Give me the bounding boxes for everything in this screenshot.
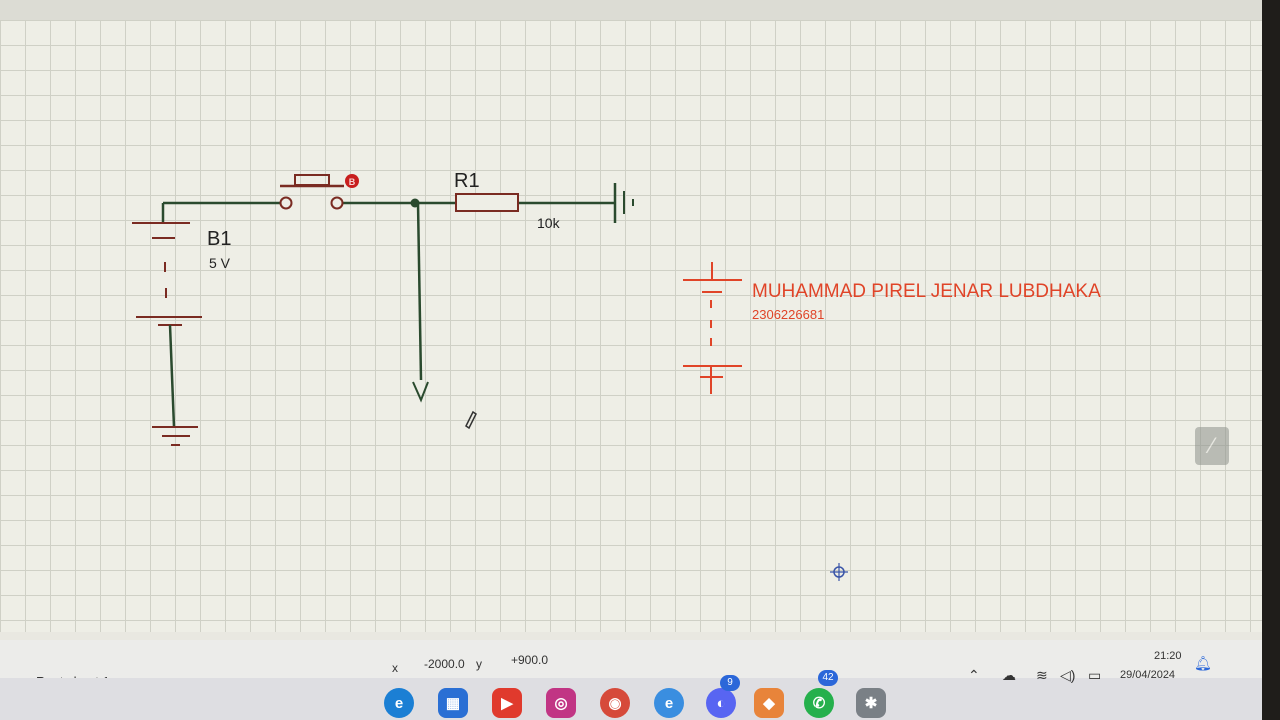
misc-app-icon[interactable]: ✱ [856,688,886,718]
clock-date[interactable]: 29/04/2024 [1120,669,1175,681]
chevron-up-icon[interactable]: ⌃ [968,667,980,684]
battery-bottom-lead [168,324,176,428]
x-label: x [392,661,398,675]
schematic-drawing[interactable]: B R1 10k B1 5 V MUHAMMAD PIREL JENAR LUB… [0,0,1262,640]
whatsapp-badge: 42 [818,670,838,686]
resistor-body [455,193,519,212]
wire-probe-down [416,202,423,381]
y-coordinate: +900.0 [511,653,549,667]
side-tool-button[interactable]: ⁄ [1195,427,1229,465]
origin-crosshair-icon [830,563,848,581]
x-coordinate: -2000.0 [424,657,465,671]
screen: B R1 10k B1 5 V MUHAMMAD PIREL JENAR LUB… [0,0,1262,720]
discord-badge: 9 [720,675,740,691]
resistor-name: R1 [454,170,480,192]
battery-value: 5 V [209,255,231,271]
ground-symbol-battery [152,426,198,446]
annotation-battery-symbol [683,262,742,394]
pencil-cursor-icon [465,410,477,430]
terminal-arrow [412,381,429,403]
author-id: 2306226681 [752,307,824,322]
edge-icon[interactable]: e [384,688,414,718]
switch-marker-label: B [349,177,356,187]
youtube-icon[interactable]: ▶ [492,688,522,718]
chrome-icon[interactable]: ◉ [600,688,630,718]
discord-icon[interactable]: ◐ [706,688,736,718]
browser-icon[interactable]: e [654,688,684,718]
clock-time[interactable]: 21:20 [1154,650,1182,662]
resistor-value: 10k [537,215,561,231]
push-switch [279,174,344,210]
cloud-icon[interactable]: ☁ [1002,667,1016,684]
slash-icon: ⁄ [1210,433,1214,458]
notification-bell-icon[interactable]: 🔔︎ [1194,655,1212,672]
battery-icon[interactable]: ▭ [1088,667,1101,684]
orange-app-icon[interactable]: ◆ [754,688,784,718]
ground-symbol-right [613,183,634,223]
taskbar [0,678,1262,720]
y-label: y [476,657,482,671]
battery-name: B1 [207,228,231,250]
volume-icon[interactable]: ◁) [1060,667,1075,684]
whatsapp-icon[interactable]: ✆ [804,688,834,718]
instagram-icon[interactable]: ◎ [546,688,576,718]
author-name: MUHAMMAD PIREL JENAR LUBDHAKA [752,281,1101,302]
wifi-icon[interactable]: ≋ [1036,667,1048,684]
store-icon[interactable]: ▦ [438,688,468,718]
